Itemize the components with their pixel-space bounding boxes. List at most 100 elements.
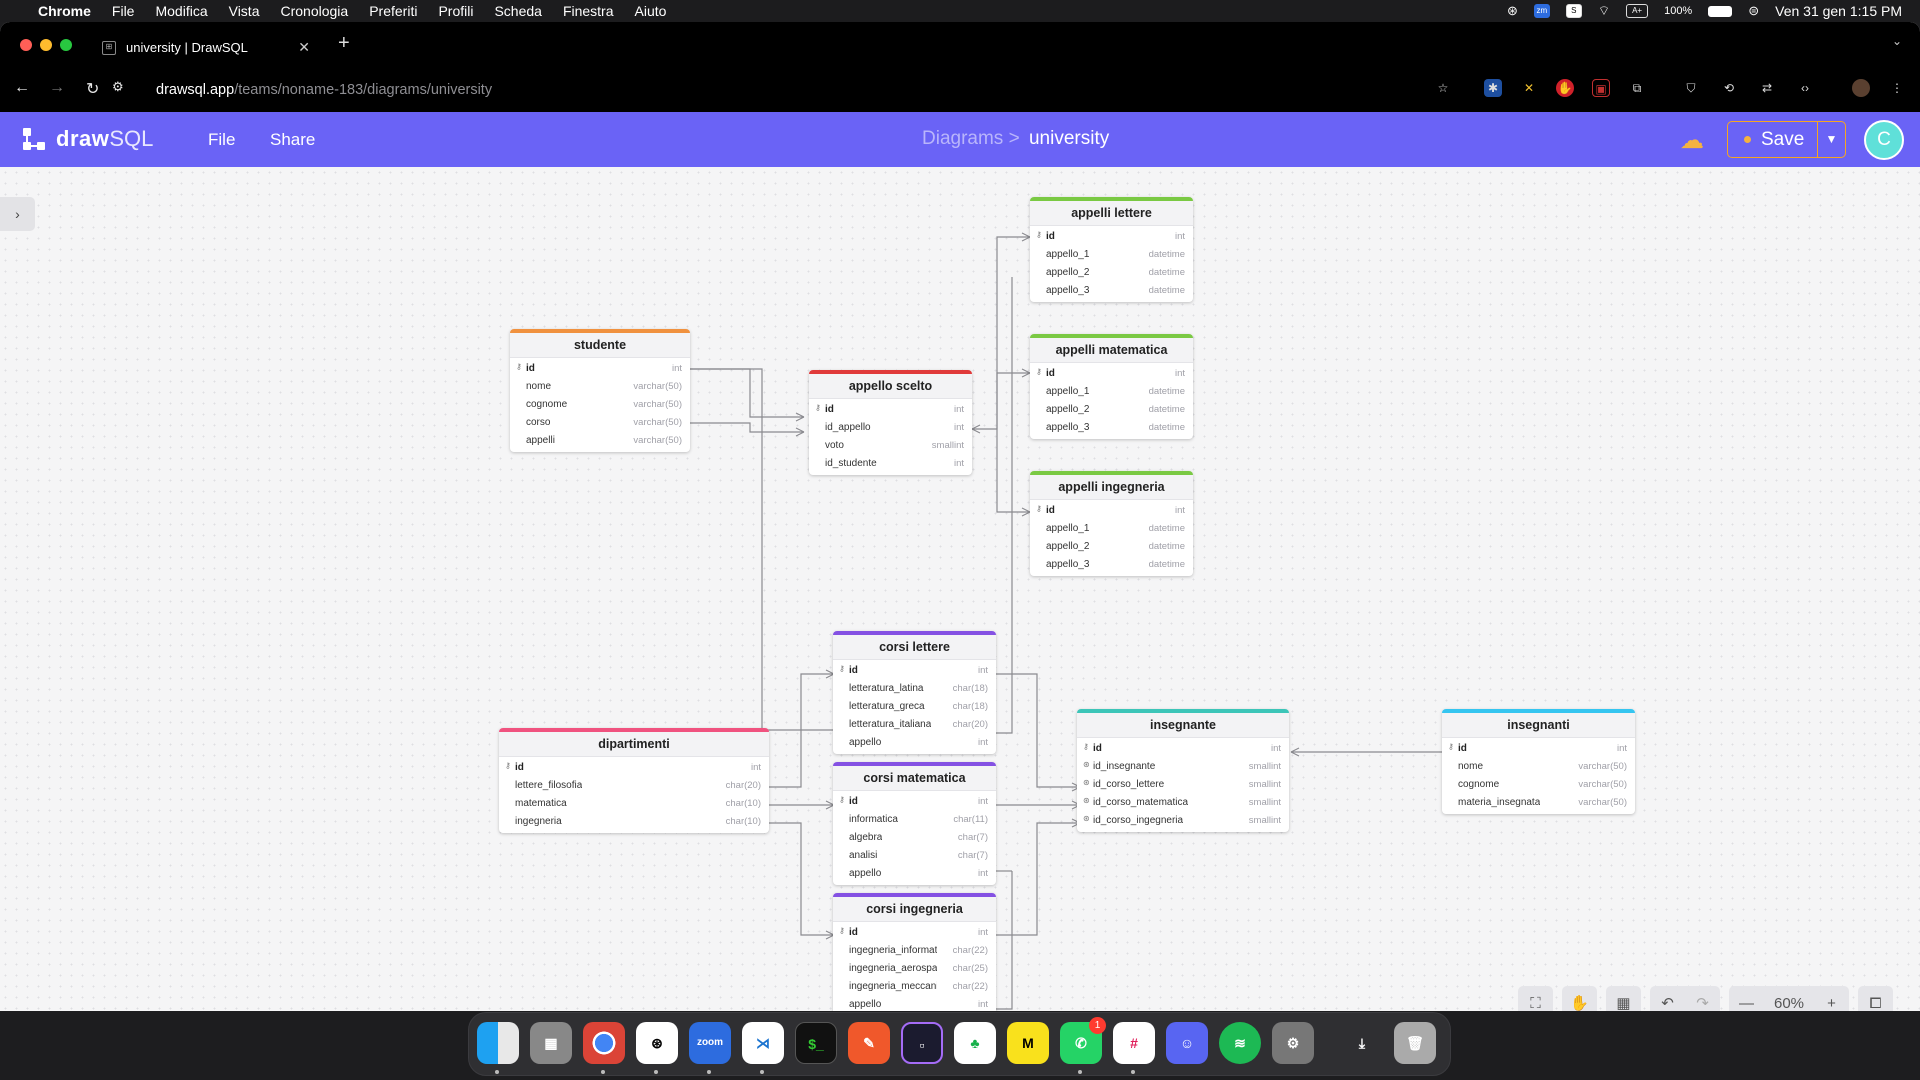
column-row[interactable]: ⊛ id_corso_lettere smallint xyxy=(1077,775,1289,793)
vscode-icon[interactable]: ⋊ xyxy=(742,1022,784,1064)
address-bar[interactable]: drawsql.app/teams/noname-183/diagrams/un… xyxy=(156,67,492,112)
maximize-window-icon[interactable] xyxy=(60,39,72,51)
column-row[interactable]: appello_2 datetime xyxy=(1030,537,1193,555)
close-tab-icon[interactable]: ✕ xyxy=(298,39,310,56)
table-appello-scelto[interactable]: appello scelto ⚷ id int id_appello int voto sma… xyxy=(809,370,972,475)
bookmark-star-icon[interactable]: ☆ xyxy=(1434,79,1452,97)
incognito-icon[interactable]: ⛉ xyxy=(1682,79,1700,97)
column-row[interactable]: appello_3 datetime xyxy=(1030,418,1193,436)
chatgpt-icon[interactable]: ⊛ xyxy=(636,1022,678,1064)
column-row[interactable]: analisi char(7) xyxy=(833,846,996,864)
column-row[interactable]: ⚷ id int xyxy=(1030,364,1193,382)
column-row[interactable]: ⚷ id int xyxy=(809,400,972,418)
menubar-item-modifica[interactable]: Modifica xyxy=(155,3,207,19)
table-title[interactable]: corsi lettere xyxy=(833,635,996,660)
menubar-item-file[interactable]: File xyxy=(112,3,135,19)
zoom-level[interactable]: 60% xyxy=(1764,985,1814,1011)
table-corsi-matematica[interactable]: corsi matematica ⚷ id int informatica char(11… xyxy=(833,762,996,885)
control-center-icon[interactable]: ⊜ xyxy=(1748,3,1759,19)
system-settings-icon[interactable]: ⚙ xyxy=(1272,1022,1314,1064)
chrome-icon[interactable] xyxy=(583,1022,625,1064)
translate-icon[interactable]: ⇄ xyxy=(1758,79,1776,97)
column-row[interactable]: ⚷ id int xyxy=(499,758,769,776)
browser-tab[interactable]: ⊞ university | DrawSQL ✕ xyxy=(92,28,324,67)
table-title[interactable]: insegnante xyxy=(1077,713,1289,738)
grid-layout-icon[interactable]: ▦ xyxy=(1606,985,1641,1011)
menubar-item-vista[interactable]: Vista xyxy=(229,3,260,19)
menubar-item-profili[interactable]: Profili xyxy=(438,3,473,19)
column-row[interactable]: appello_1 datetime xyxy=(1030,382,1193,400)
column-row[interactable]: ⚷ id int xyxy=(833,923,996,941)
table-title[interactable]: appello scelto xyxy=(809,374,972,399)
table-corsi-lettere[interactable]: corsi lettere ⚷ id int letteratura_latina cha… xyxy=(833,631,996,754)
minimize-window-icon[interactable] xyxy=(40,39,52,51)
menubar-item-scheda[interactable]: Scheda xyxy=(494,3,541,19)
table-appelli-ingegneria[interactable]: appelli ingegneria ⚷ id int appello_1 datetim… xyxy=(1030,471,1193,576)
column-row[interactable]: algebra char(7) xyxy=(833,828,996,846)
undo-icon[interactable]: ↶ xyxy=(1650,985,1685,1011)
column-row[interactable]: ⚷ id int xyxy=(510,359,690,377)
menubar-item-cronologia[interactable]: Cronologia xyxy=(280,3,348,19)
site-settings-icon[interactable]: ⚙ xyxy=(112,79,124,95)
pan-hand-icon[interactable]: ✋ xyxy=(1562,985,1597,1011)
menubar-datetime[interactable]: Ven 31 gen 1:15 PM xyxy=(1775,3,1902,19)
skype-status-icon[interactable]: S xyxy=(1565,4,1582,18)
profile-avatar-icon[interactable] xyxy=(1852,79,1870,97)
column-row[interactable]: informatica char(11) xyxy=(833,810,996,828)
column-row[interactable]: ingegneria_informatica char(22) xyxy=(833,941,996,959)
forward-icon[interactable]: → xyxy=(49,79,65,97)
breadcrumb-diagrams[interactable]: Diagrams xyxy=(922,128,1003,149)
fit-screen-icon[interactable]: ⛶ xyxy=(1518,985,1553,1011)
column-row[interactable]: id_appello int xyxy=(809,418,972,436)
column-row[interactable]: matematica char(10) xyxy=(499,794,769,812)
column-row[interactable]: appelli varchar(50) xyxy=(510,431,690,449)
extensions-puzzle-icon[interactable]: ⧉ xyxy=(1628,79,1646,97)
column-row[interactable]: appello_3 datetime xyxy=(1030,555,1193,573)
reload-icon[interactable]: ↻ xyxy=(86,79,99,99)
breadcrumb-current[interactable]: university xyxy=(1029,128,1109,149)
close-window-icon[interactable] xyxy=(20,39,32,51)
table-title[interactable]: appelli ingegneria xyxy=(1030,475,1193,500)
spotify-icon[interactable]: ≋ xyxy=(1219,1022,1261,1064)
column-row[interactable]: ingegneria_meccanica char(22) xyxy=(833,977,996,995)
table-appelli-matematica[interactable]: appelli matematica ⚷ id int appello_1 datetim… xyxy=(1030,334,1193,439)
menubar-app-name[interactable]: Chrome xyxy=(38,3,91,19)
column-row[interactable]: appello_2 datetime xyxy=(1030,263,1193,281)
tab-search-chevron-icon[interactable]: ⌄ xyxy=(1892,34,1902,48)
table-title[interactable]: studente xyxy=(510,333,690,358)
column-row[interactable]: appello int xyxy=(833,864,996,882)
downloads-icon[interactable]: ⤓ xyxy=(1341,1022,1383,1064)
column-row[interactable]: ⊛ id_insegnante smallint xyxy=(1077,757,1289,775)
menubar-item-aiuto[interactable]: Aiuto xyxy=(635,3,667,19)
redo-icon[interactable]: ↷ xyxy=(1685,985,1720,1011)
column-row[interactable]: nome varchar(50) xyxy=(510,377,690,395)
input-source-icon[interactable]: A+ xyxy=(1626,4,1649,18)
slack-icon[interactable]: # xyxy=(1113,1022,1155,1064)
table-insegnante[interactable]: insegnante ⚷ id int ⊛ id_insegnante smallint ⊛ i… xyxy=(1077,709,1289,832)
table-insegnanti[interactable]: insegnanti ⚷ id int nome varchar(50) cognome va… xyxy=(1442,709,1635,814)
column-row[interactable]: ⚷ id int xyxy=(1030,501,1193,519)
terminal-icon[interactable]: $_ xyxy=(795,1022,837,1064)
evernote-icon[interactable]: ♣ xyxy=(954,1022,996,1064)
trash-icon[interactable]: 🗑 xyxy=(1394,1022,1436,1064)
table-title[interactable]: dipartimenti xyxy=(499,732,769,757)
column-row[interactable]: ⚷ id int xyxy=(833,792,996,810)
column-row[interactable]: cognome varchar(50) xyxy=(510,395,690,413)
back-icon[interactable]: ← xyxy=(14,79,30,97)
column-row[interactable]: lettere_filosofia char(20) xyxy=(499,776,769,794)
table-title[interactable]: appelli matematica xyxy=(1030,338,1193,363)
miro-icon[interactable]: M xyxy=(1007,1022,1049,1064)
zoom-app-icon[interactable]: zoom xyxy=(689,1022,731,1064)
save-button[interactable]: Save ▼ xyxy=(1727,121,1846,158)
table-dipartimenti[interactable]: dipartimenti ⚷ id int lettere_filosofia char(… xyxy=(499,728,769,833)
column-row[interactable]: voto smallint xyxy=(809,436,972,454)
cloud-warning-icon[interactable]: ☁ xyxy=(1680,126,1704,155)
extension-2-icon[interactable]: ✕ xyxy=(1520,79,1538,97)
zoom-status-icon[interactable]: zm xyxy=(1533,4,1550,18)
extension-1-icon[interactable]: ✱ xyxy=(1484,79,1502,97)
column-row[interactable]: appello_1 datetime xyxy=(1030,519,1193,537)
column-row[interactable]: corso varchar(50) xyxy=(510,413,690,431)
diagram-canvas[interactable]: › studente ⚷ id int nome varchar(50) cog… xyxy=(0,167,1920,1011)
save-dropdown-chevron-icon[interactable]: ▼ xyxy=(1817,122,1845,157)
column-row[interactable]: ⚷ id int xyxy=(833,661,996,679)
